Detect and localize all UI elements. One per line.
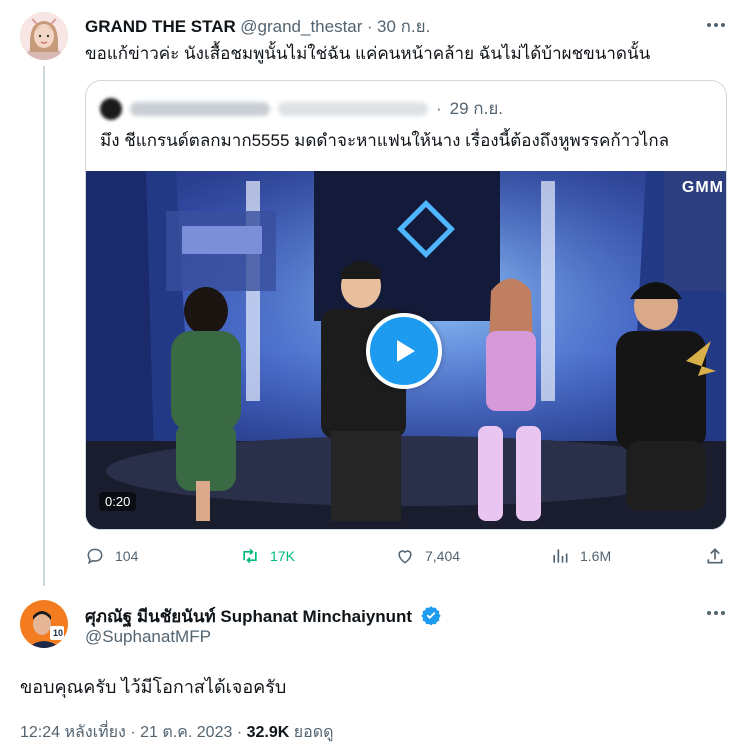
reply-views-count[interactable]: 32.9K (247, 724, 290, 741)
quoted-author-handle-blurred (278, 101, 428, 116)
reply-author-avatar[interactable]: 10 (20, 600, 68, 648)
tweet-text: ขอแก้ข่าวค่ะ นังเสื้อชมพูนั้นไม่ใช่ฉัน แ… (85, 44, 651, 63)
play-icon (397, 340, 415, 362)
share-button[interactable] (705, 546, 725, 566)
reply-author-display-name[interactable]: ศุภณัฐ มีนชัยนันท์ Suphanat Minchaiynunt (85, 607, 412, 626)
reply-author-avatar-image (20, 600, 68, 648)
quoted-tweet-text: มึง ชีแกรนด์ตลกมาก5555 มดดำจะหาแฟนให้นาง… (100, 131, 670, 150)
reply-date[interactable]: 21 ต.ค. 2023 (140, 724, 232, 741)
reply-views-label: ยอดดู (293, 724, 334, 741)
more-options-icon[interactable] (705, 14, 727, 36)
meta-separator-2: · (236, 724, 243, 741)
reply-author-handle[interactable]: @SuphanatMFP (85, 627, 211, 647)
verified-icon (420, 606, 441, 625)
tweet-header: GRAND THE STAR @grand_thestar · 30 ก.ย. (85, 13, 430, 40)
reply-more-options-icon[interactable] (705, 602, 727, 624)
like-button[interactable]: 7,404 (395, 546, 460, 566)
avatar-badge: 10 (53, 628, 64, 638)
share-icon (707, 548, 723, 564)
reply-icon (87, 548, 103, 565)
video-logo: GMM (681, 179, 724, 196)
reply-text: ขอบคุณครับ ไว้มีโอกาสได้เจอครับ (20, 677, 287, 697)
tweet-date[interactable]: 30 ก.ย. (377, 17, 430, 36)
quoted-author-avatar (100, 97, 122, 120)
like-count: 7,404 (425, 548, 461, 564)
play-button[interactable] (366, 313, 442, 389)
header-separator: · (366, 17, 373, 36)
reply-button[interactable]: 104 (85, 546, 138, 566)
meta-separator-1: · (130, 724, 136, 741)
like-icon (398, 550, 412, 564)
reply-count: 104 (115, 548, 139, 564)
tweet-metadata: 12:24 หลังเที่ยง · 21 ต.ค. 2023 · 32.9K … (20, 720, 334, 745)
quoted-tweet-date: 29 ก.ย. (449, 99, 504, 118)
quoted-author-name-blurred (130, 101, 270, 116)
author-avatar[interactable] (20, 12, 68, 60)
retweet-icon (243, 548, 257, 564)
quoted-tweet-header: · 29 ก.ย. (100, 95, 503, 122)
tweet-actions-bar: 104 17K 7,404 1.6M (85, 546, 730, 570)
author-display-name[interactable]: GRAND THE STAR (85, 17, 236, 36)
thread-connector-line (43, 66, 45, 586)
retweet-count: 17K (270, 548, 295, 564)
author-avatar-image (20, 12, 68, 60)
quoted-tweet-card[interactable]: · 29 ก.ย. มึง ชีแกรนด์ตลกมาก5555 มดดำจะห… (85, 80, 727, 530)
reply-time[interactable]: 12:24 หลังเที่ยง (20, 724, 126, 741)
views-count: 1.6M (580, 548, 612, 564)
author-handle[interactable]: @grand_thestar (240, 17, 362, 36)
views-icon (553, 549, 568, 563)
retweet-button[interactable]: 17K (240, 546, 295, 566)
views-button[interactable]: 1.6M (550, 546, 611, 566)
video-duration: 0:20 (99, 492, 137, 511)
quoted-separator: · (436, 98, 442, 118)
reply-author-name-row: ศุภณัฐ มีนชัยนันท์ Suphanat Minchaiynunt (85, 603, 441, 630)
